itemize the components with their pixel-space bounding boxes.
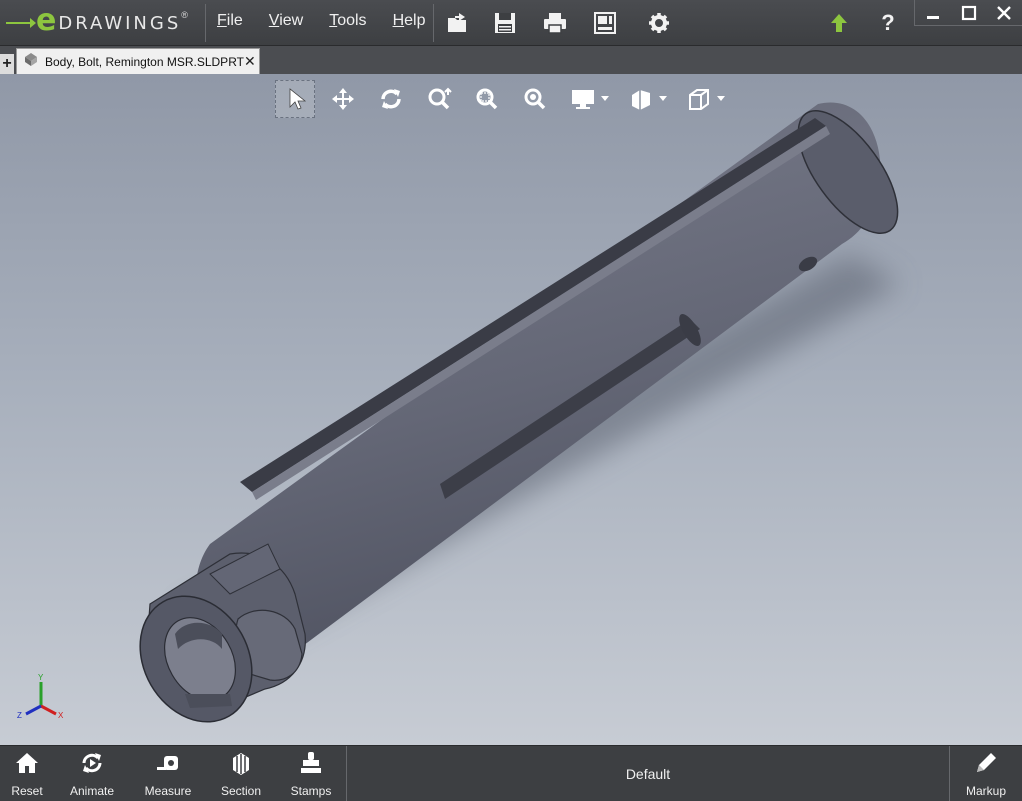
hide-show-dropdown-icon[interactable] — [659, 96, 667, 101]
measure-label: Measure — [144, 784, 192, 798]
print-icon[interactable] — [541, 9, 569, 37]
display-style-icon[interactable] — [563, 80, 609, 118]
part-file-icon — [23, 51, 39, 72]
menu-view[interactable]: View — [269, 12, 303, 30]
stamp-icon — [301, 752, 321, 773]
section-button[interactable]: Section — [211, 750, 271, 800]
reset-button[interactable]: Reset — [0, 750, 57, 800]
logo-registered: ® — [181, 10, 188, 20]
rotate-icon[interactable] — [371, 80, 411, 118]
hide-show-icon[interactable] — [621, 80, 667, 118]
animate-label: Animate — [69, 784, 115, 798]
measure-button[interactable]: Measure — [138, 750, 198, 800]
close-window-icon[interactable] — [986, 0, 1022, 25]
edrawings-logo: e DRAWINGS ® — [6, 6, 188, 40]
open-icon[interactable] — [444, 9, 472, 37]
markup-label: Markup — [965, 784, 1006, 798]
home-icon — [16, 753, 38, 773]
logo-arrow-icon — [6, 18, 36, 28]
divider — [205, 4, 206, 42]
view-orientation-icon[interactable] — [679, 80, 725, 118]
document-tab-title: Body, Bolt, Remington MSR.SLDPRT — [45, 54, 244, 69]
pencil-icon — [977, 753, 996, 772]
document-tab[interactable]: Body, Bolt, Remington MSR.SLDPRT ✕ — [16, 48, 260, 74]
zoom-fit-icon[interactable] — [515, 80, 555, 118]
bottom-toolbar: Reset Animate Measure Section Stamps Def… — [0, 745, 1022, 801]
stamps-label: Stamps — [290, 784, 332, 798]
stamps-button[interactable]: Stamps — [281, 750, 341, 800]
menu-help[interactable]: Help — [393, 12, 426, 30]
menu-file[interactable]: File — [217, 12, 243, 30]
logo-letter: e — [36, 3, 57, 38]
axis-triad-icon: Y X Z — [17, 674, 64, 720]
display-style-dropdown-icon[interactable] — [601, 96, 609, 101]
view-toolbar — [275, 79, 727, 119]
tape-measure-icon — [157, 756, 178, 770]
markup-button[interactable]: Markup — [956, 750, 1016, 800]
triad-y-label: Y — [38, 674, 44, 682]
close-tab-icon[interactable]: ✕ — [244, 53, 256, 70]
reset-label: Reset — [11, 784, 43, 798]
logo-word: DRAWINGS — [58, 12, 182, 34]
sheet-icon[interactable] — [591, 9, 619, 37]
window-controls — [914, 0, 1022, 26]
minimize-icon[interactable] — [915, 0, 951, 25]
triad-z-label: Z — [17, 711, 22, 720]
zoom-icon[interactable] — [419, 80, 459, 118]
section-label: Section — [220, 784, 262, 798]
bolt-body-model — [139, 102, 900, 723]
zoom-area-icon[interactable] — [467, 80, 507, 118]
animate-icon — [82, 753, 102, 773]
menu-tools[interactable]: Tools — [329, 12, 366, 30]
triad-x-label: X — [58, 711, 64, 720]
help-button[interactable]: ? — [874, 9, 902, 37]
maximize-icon[interactable] — [951, 0, 987, 25]
title-bar: e DRAWINGS ® File View Tools Help ? — [0, 0, 1022, 46]
settings-icon[interactable] — [645, 9, 673, 37]
view-orientation-dropdown-icon[interactable] — [717, 96, 725, 101]
select-icon[interactable] — [275, 80, 315, 118]
menu-bar: File View Tools Help — [217, 12, 451, 30]
3d-viewport[interactable]: Y X Z — [0, 74, 1022, 745]
section-icon — [233, 753, 249, 775]
green-up-arrow-icon[interactable] — [825, 9, 853, 37]
new-tab-button[interactable]: + — [0, 54, 14, 74]
configuration-selector[interactable]: Default — [346, 746, 950, 801]
divider — [433, 4, 434, 42]
save-icon[interactable] — [491, 9, 519, 37]
tab-strip: + Body, Bolt, Remington MSR.SLDPRT ✕ — [0, 46, 1022, 74]
animate-button[interactable]: Animate — [62, 750, 122, 800]
pan-icon[interactable] — [323, 80, 363, 118]
